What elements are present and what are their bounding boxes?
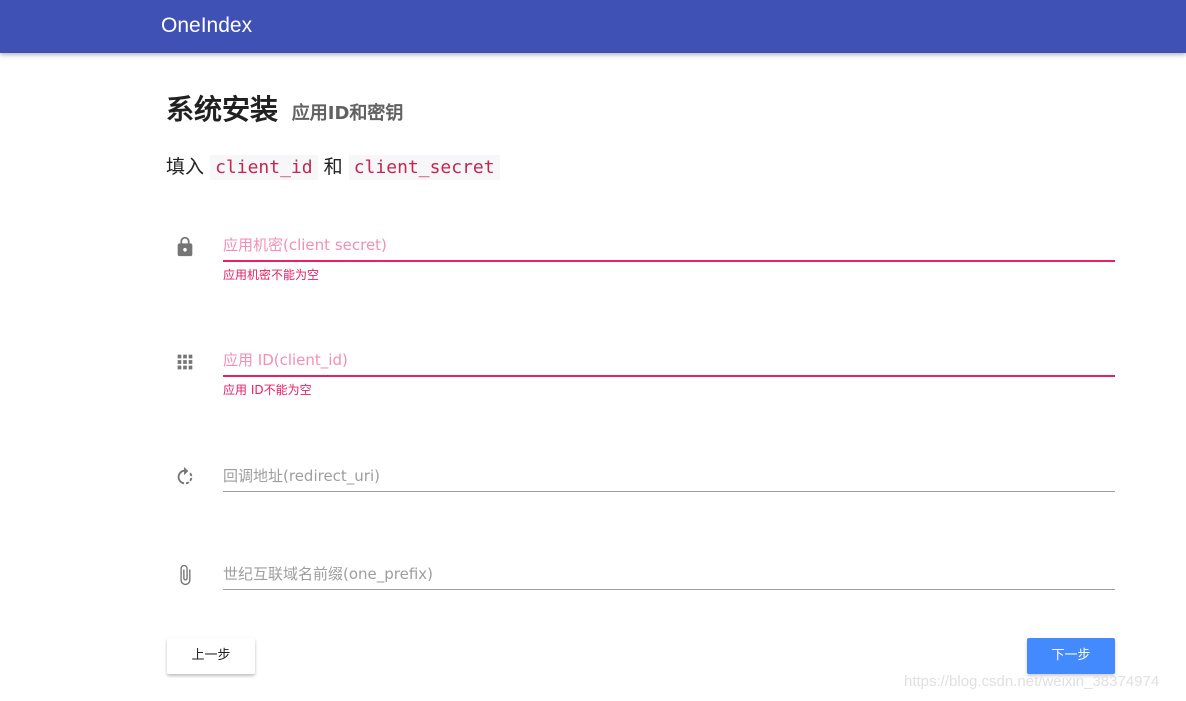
app-title[interactable]: OneIndex [161,11,252,41]
paperclip-icon [174,564,196,586]
watermark: https://blog.csdn.net/weixin_38374974 [904,673,1160,690]
one-prefix-input[interactable] [223,558,1115,590]
code-client-id: client_id [210,155,318,180]
client-secret-field: 应用机密不能为空 [166,230,1116,296]
prev-step-button[interactable]: 上一步 [167,638,255,674]
client-secret-input[interactable] [223,230,1115,262]
client-id-error: 应用 ID不能为空 [223,383,312,397]
client-id-input[interactable] [223,345,1115,377]
next-step-button[interactable]: 下一步 [1027,638,1115,674]
instruction-prefix: 填入 [166,156,205,178]
page-title-text: 系统安装 [166,93,279,126]
instruction-mid: 和 [323,156,343,178]
one-prefix-field [166,558,1116,624]
redirect-uri-field [166,460,1116,526]
refresh-icon [174,466,196,488]
apps-grid-icon [174,351,196,373]
lock-icon [174,236,196,258]
instruction-text: 填入 client_id 和 client_secret [166,152,500,183]
client-secret-error: 应用机密不能为空 [223,268,320,282]
page-title: 系统安装 应用ID和密钥 [166,90,403,134]
client-id-field: 应用 ID不能为空 [166,345,1116,411]
code-client-secret: client_secret [348,155,500,180]
app-bar: OneIndex [0,0,1186,53]
redirect-uri-input[interactable] [223,460,1115,492]
page-subtitle: 应用ID和密钥 [291,103,404,124]
